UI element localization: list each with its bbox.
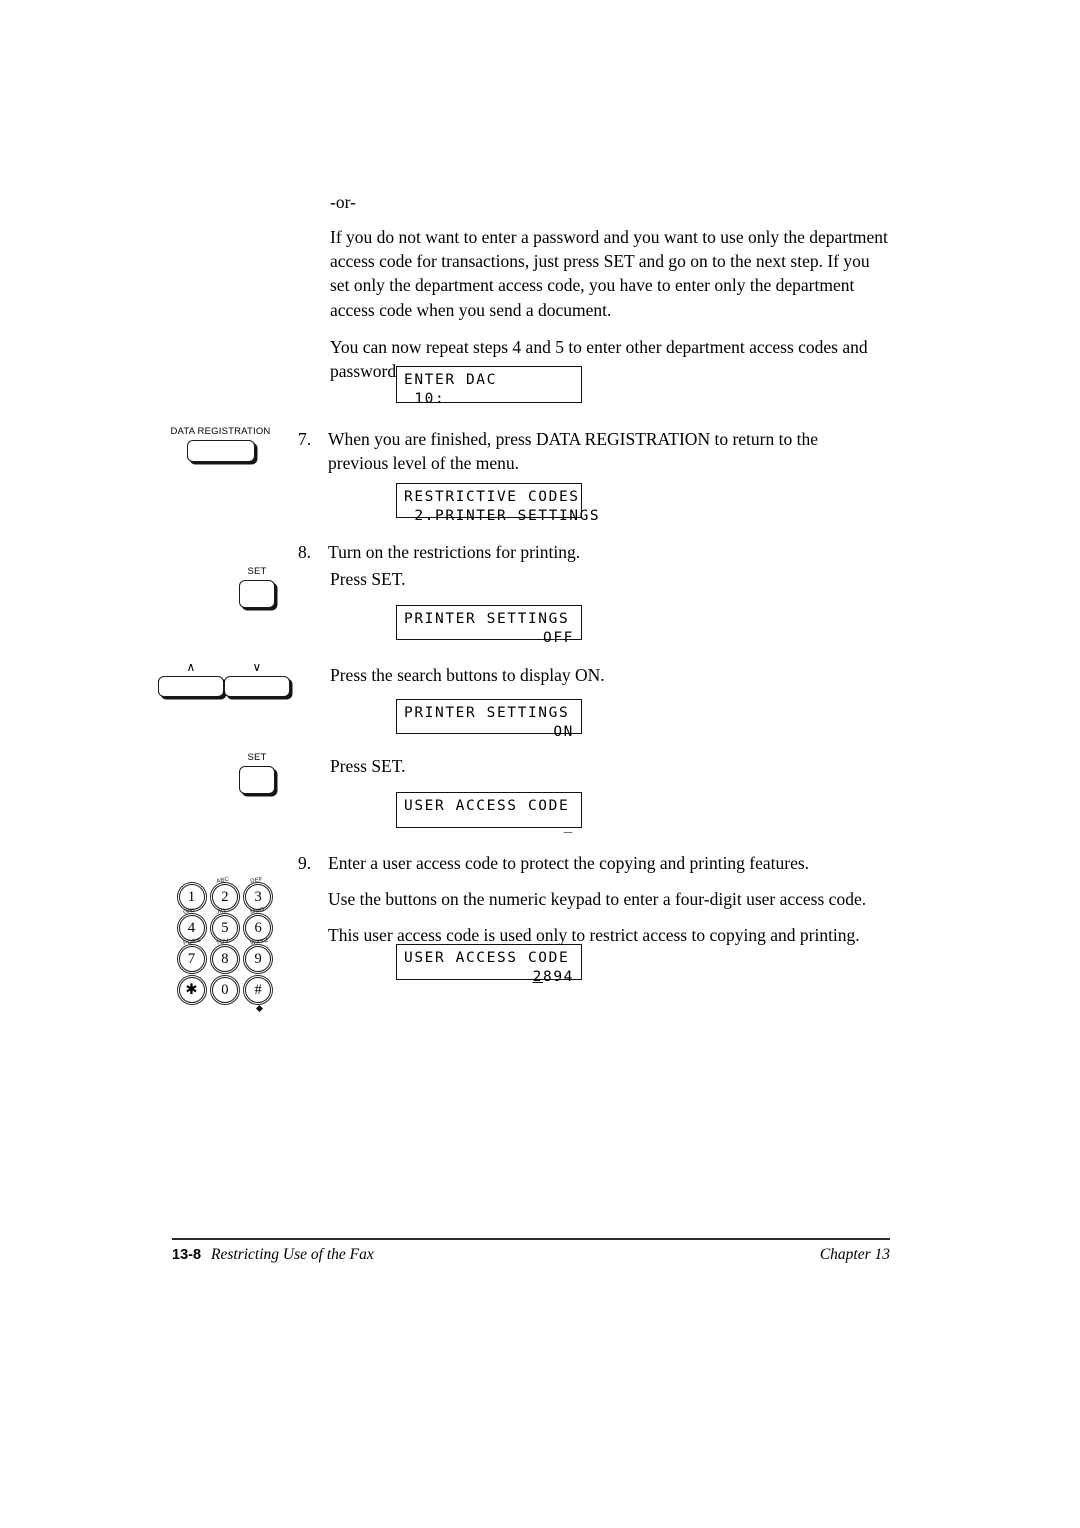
lcd-line-1: ENTER DAC bbox=[404, 372, 497, 388]
set-button-1-label: SET bbox=[247, 566, 267, 577]
instruction-press-set-1: Press SET. bbox=[330, 569, 406, 589]
keypad-key-3[interactable]: DEF 3 bbox=[243, 877, 276, 912]
control-set-1[interactable]: SET bbox=[234, 567, 280, 608]
control-search-up[interactable]: ∧ bbox=[156, 661, 226, 697]
lcd-display-restrictive-codes: RESTRICTIVE CODES 2.PRINTER SETTINGS bbox=[396, 483, 599, 524]
footer-left-group: 13-8 Restricting Use of the Fax bbox=[172, 1246, 374, 1264]
lcd-line-2: 10: bbox=[404, 391, 446, 408]
keypad-key-2[interactable]: ABC 2 bbox=[209, 877, 242, 912]
keypad-key-8[interactable]: TUV 8 bbox=[209, 939, 242, 974]
set-button-2[interactable] bbox=[239, 765, 275, 794]
lcd-line-1: PRINTER SETTINGS bbox=[404, 705, 570, 721]
control-data-registration[interactable]: DATA REGISTRATION bbox=[168, 427, 273, 462]
keypad-row: GHI 4 JKL 5 MNO 6 bbox=[176, 907, 276, 943]
keypad-key-5[interactable]: JKL 5 bbox=[209, 908, 242, 943]
paragraph-password-option: If you do not want to enter a password a… bbox=[330, 227, 888, 320]
step-9-number: 9. bbox=[298, 853, 312, 873]
key-digit: 8 bbox=[221, 950, 229, 967]
keypad-row: 1 ABC 2 DEF 3 bbox=[176, 877, 276, 912]
search-up-button[interactable] bbox=[158, 676, 224, 697]
footer: 13-8 Restricting Use of the Fax Chapter … bbox=[172, 1246, 890, 1264]
search-up-label: ∧ bbox=[186, 660, 196, 674]
keypad-key-9[interactable]: WXYZ 9 bbox=[243, 938, 276, 974]
instruction-press-set-2: Press SET. bbox=[330, 756, 406, 776]
key-digit: 2 bbox=[221, 888, 229, 905]
keypad-key-hash[interactable]: # bbox=[243, 973, 276, 1013]
keypad-row: PQRS 7 TUV 8 WXYZ 9 bbox=[176, 938, 276, 974]
diamond-icon bbox=[255, 1004, 263, 1013]
key-digit: 4 bbox=[187, 919, 196, 936]
lcd-line-2: 2894 bbox=[404, 968, 574, 987]
step-7-text: When you are finished, press DATA REGIST… bbox=[328, 429, 818, 474]
key-digit: 9 bbox=[254, 950, 262, 967]
step-7-number: 7. bbox=[298, 429, 312, 449]
data-registration-label: DATA REGISTRATION bbox=[170, 426, 271, 437]
search-down-label: ∨ bbox=[252, 660, 262, 674]
keypad-key-asterisk[interactable]: ✱ bbox=[176, 973, 209, 1005]
key-digit: 5 bbox=[221, 919, 229, 936]
or-marker: -or- bbox=[330, 192, 356, 212]
keypad-key-6[interactable]: MNO 6 bbox=[243, 907, 276, 943]
footer-chapter: Chapter 13 bbox=[819, 1246, 890, 1263]
lcd-rest-digits: 894 bbox=[543, 969, 574, 986]
key-digit: 1 bbox=[187, 888, 196, 905]
keypad-key-4[interactable]: GHI 4 bbox=[176, 908, 209, 943]
lcd-line-2: 2.PRINTER SETTINGS bbox=[404, 508, 601, 525]
key-digit: ✱ bbox=[185, 981, 198, 998]
footer-section-title: Restricting Use of the Fax bbox=[211, 1246, 374, 1263]
lcd-line-2: ON bbox=[553, 724, 574, 741]
lcd-line-2: OFF bbox=[543, 630, 574, 647]
step-9-text: Enter a user access code to protect the … bbox=[328, 853, 810, 873]
key-digit: 7 bbox=[187, 950, 196, 967]
footer-divider bbox=[172, 1238, 890, 1240]
key-digit: 3 bbox=[254, 888, 262, 905]
key-digit: # bbox=[254, 981, 262, 998]
lcd-line-1: RESTRICTIVE CODES bbox=[404, 489, 580, 505]
keypad-key-1[interactable]: 1 bbox=[176, 880, 209, 912]
step-8: 8. Turn on the restrictions for printing… bbox=[298, 540, 878, 564]
keypad-key-7[interactable]: PQRS 7 bbox=[176, 938, 209, 974]
lcd-line-1: PRINTER SETTINGS bbox=[404, 611, 570, 627]
lcd-line-1: USER ACCESS CODE bbox=[404, 950, 570, 966]
numeric-keypad[interactable]: 1 ABC 2 DEF 3 GHI 4 JKL 5 MNO 6 PQRS 7 T… bbox=[176, 877, 276, 1013]
footer-page-number: 13-8 bbox=[172, 1247, 202, 1263]
lcd-display-user-access-code-filled: USER ACCESS CODE 2894 bbox=[396, 944, 582, 985]
lcd-line-2: _ bbox=[563, 817, 574, 834]
step-8-text: Turn on the restrictions for printing. bbox=[328, 542, 581, 562]
key-digit: 0 bbox=[221, 981, 229, 998]
control-search-down[interactable]: ∨ bbox=[222, 661, 292, 697]
step-9-body: Enter a user access code to protect the … bbox=[328, 851, 878, 947]
document-page: -or- If you do not want to enter a passw… bbox=[0, 0, 1080, 1528]
lcd-line-1: USER ACCESS CODE bbox=[404, 798, 570, 814]
keypad-key-0[interactable]: 0 bbox=[209, 973, 242, 1005]
keypad-row: ✱ 0 # bbox=[176, 973, 276, 1013]
control-set-2[interactable]: SET bbox=[234, 753, 280, 794]
lcd-cursor-digit: 2 bbox=[532, 969, 543, 986]
key-digit: 6 bbox=[254, 919, 262, 936]
step-9-line-2: Use the buttons on the numeric keypad to… bbox=[328, 889, 867, 910]
step-8-number: 8. bbox=[298, 542, 312, 562]
lcd-display-printer-settings-on: PRINTER SETTINGS ON bbox=[396, 699, 582, 740]
step-7: 7. When you are finished, press DATA REG… bbox=[298, 427, 878, 475]
set-button-2-label: SET bbox=[247, 752, 267, 763]
search-down-button[interactable] bbox=[224, 676, 290, 697]
lcd-display-user-access-code-empty: USER ACCESS CODE _ bbox=[396, 792, 582, 833]
data-registration-button[interactable] bbox=[186, 439, 255, 462]
step-8-body: Turn on the restrictions for printing. bbox=[328, 540, 878, 564]
step-7-body: When you are finished, press DATA REGIST… bbox=[328, 427, 878, 475]
set-button-1[interactable] bbox=[239, 579, 275, 608]
lcd-display-enter-dac: ENTER DAC 10: bbox=[396, 366, 582, 407]
lcd-display-printer-settings-off: PRINTER SETTINGS OFF bbox=[396, 605, 582, 646]
step-9: 9. Enter a user access code to protect t… bbox=[298, 851, 878, 947]
instruction-press-search-buttons: Press the search buttons to display ON. bbox=[330, 665, 605, 685]
